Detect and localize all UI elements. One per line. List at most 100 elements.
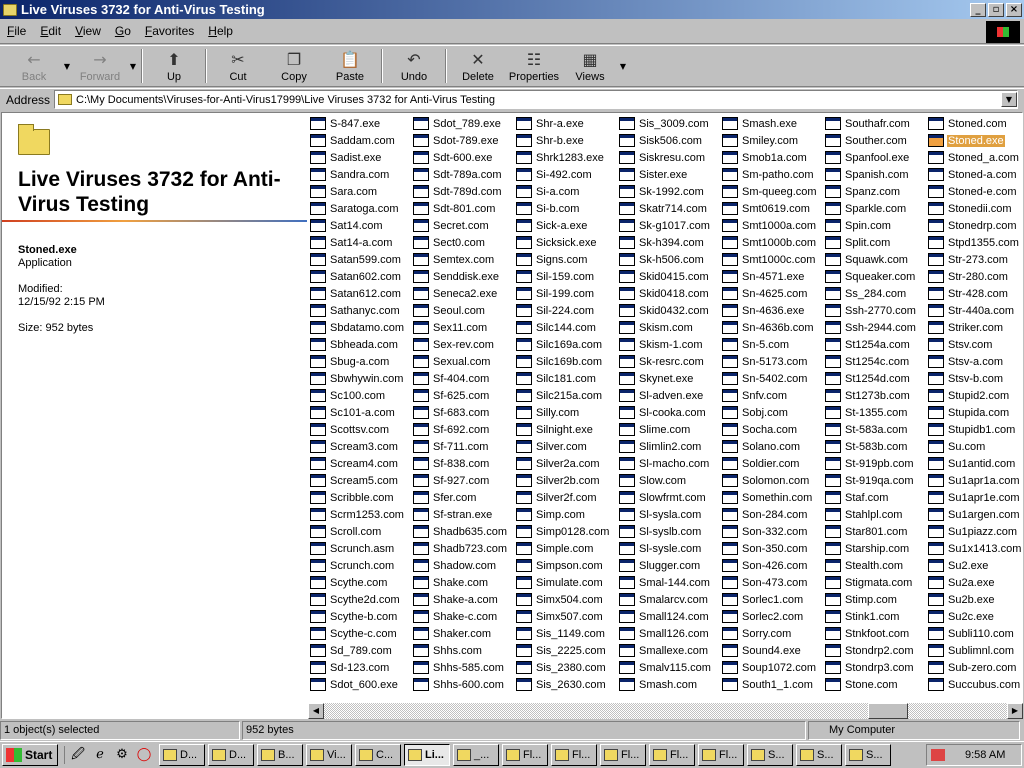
file-item[interactable]: Sdot_600.exe — [310, 676, 399, 693]
file-item[interactable]: Sk-h506.com — [619, 251, 705, 268]
file-item[interactable]: Su1x1413.com — [928, 540, 1022, 557]
file-item[interactable]: Slow.com — [619, 472, 687, 489]
file-item[interactable]: Souther.com — [825, 132, 908, 149]
file-item[interactable]: Senddisk.exe — [413, 268, 500, 285]
file-item[interactable]: Smal-144.com — [619, 574, 711, 591]
file-item[interactable]: Su1apr1a.com — [928, 472, 1021, 489]
delete-button[interactable]: ✕ Delete — [450, 46, 506, 86]
file-item[interactable]: Smalv115.com — [619, 659, 712, 676]
file-item[interactable]: Sicksick.exe — [516, 234, 598, 251]
minimize-button[interactable]: _ — [970, 2, 986, 17]
file-item[interactable]: Sk-resrc.com — [619, 353, 705, 370]
file-item[interactable]: St-919qa.com — [825, 472, 914, 489]
file-item[interactable]: Stealth.com — [825, 557, 904, 574]
file-item[interactable]: Sc101-a.com — [310, 404, 396, 421]
file-item[interactable]: Silc169b.com — [516, 353, 603, 370]
file-item[interactable]: Sn-5173.com — [722, 353, 808, 370]
file-item[interactable]: Sdt-789a.com — [413, 166, 502, 183]
file-item[interactable]: Silc144.com — [516, 319, 597, 336]
file-item[interactable]: Sf-692.com — [413, 421, 490, 438]
taskbar-button[interactable]: C... — [355, 744, 401, 766]
menu-go[interactable]: Go — [108, 24, 138, 38]
file-item[interactable]: Sl-sysla.com — [619, 506, 702, 523]
file-item[interactable]: Smash.exe — [722, 115, 798, 132]
file-item[interactable]: Su2b.exe — [928, 591, 995, 608]
file-item[interactable]: Skism.com — [619, 319, 694, 336]
file-item[interactable]: Sisk506.com — [619, 132, 703, 149]
dropdown-arrow-icon[interactable]: ▼ — [128, 62, 138, 71]
taskbar-button[interactable]: Vi... — [306, 744, 352, 766]
file-item[interactable]: Sick-a.exe — [516, 217, 588, 234]
desktop-icon[interactable]: 🖉 — [69, 746, 87, 764]
file-item[interactable]: Su2a.exe — [928, 574, 995, 591]
file-item[interactable]: Saddam.com — [310, 132, 396, 149]
file-item[interactable]: Str-428.com — [928, 285, 1009, 302]
file-item[interactable]: Stupidb1.com — [928, 421, 1016, 438]
file-item[interactable]: Sf-404.com — [413, 370, 490, 387]
address-input[interactable]: C:\My Documents\Viruses-for-Anti-Virus17… — [54, 90, 1018, 109]
file-item[interactable]: Simp.com — [516, 506, 586, 523]
forward-button[interactable]: → Forward — [72, 46, 128, 86]
file-item[interactable]: Skism-1.com — [619, 336, 704, 353]
file-item[interactable]: Spanz.com — [825, 183, 901, 200]
opera-icon[interactable]: ◯ — [135, 746, 153, 764]
file-item[interactable]: Scrunch.com — [310, 557, 395, 574]
file-item[interactable]: Simple.com — [516, 540, 594, 557]
file-item[interactable]: Ssh-2770.com — [825, 302, 917, 319]
file-item[interactable]: Sil-199.com — [516, 285, 595, 302]
file-item[interactable]: Sorlec1.com — [722, 591, 804, 608]
file-item[interactable]: Stsv-b.com — [928, 370, 1004, 387]
file-item[interactable]: Smash.com — [619, 676, 698, 693]
file-item[interactable]: Stonedii.com — [928, 200, 1013, 217]
file-item[interactable]: Stoned.exe — [928, 132, 1005, 149]
file-item[interactable]: St-583a.com — [825, 421, 908, 438]
file-item[interactable]: Son-284.com — [722, 506, 808, 523]
file-item[interactable]: Son-332.com — [722, 523, 808, 540]
file-item[interactable]: Sorlec2.com — [722, 608, 804, 625]
file-item[interactable]: Shadb723.com — [413, 540, 508, 557]
file-item[interactable]: Shhs.com — [413, 642, 483, 659]
file-item[interactable]: Saratoga.com — [310, 200, 399, 217]
file-item[interactable]: Scream5.com — [310, 472, 399, 489]
file-item[interactable]: Scottsv.com — [310, 421, 390, 438]
file-item[interactable]: Smt1000a.com — [722, 217, 817, 234]
file-item[interactable]: Sfer.com — [413, 489, 477, 506]
title-bar[interactable]: Live Viruses 3732 for Anti-Virus Testing… — [0, 0, 1024, 19]
file-item[interactable]: Sadist.exe — [310, 149, 382, 166]
file-item[interactable]: Satan602.com — [310, 268, 402, 285]
file-item[interactable]: Squawk.com — [825, 251, 909, 268]
file-item[interactable]: Stone.com — [825, 676, 899, 693]
file-item[interactable]: Small124.com — [619, 608, 710, 625]
menu-edit[interactable]: Edit — [33, 24, 68, 38]
file-item[interactable]: Sub-zero.com — [928, 659, 1017, 676]
file-item[interactable]: Sf-838.com — [413, 455, 490, 472]
file-item[interactable]: Son-426.com — [722, 557, 808, 574]
file-item[interactable]: Stoned-e.com — [928, 183, 1017, 200]
file-item[interactable]: Sf-711.com — [413, 438, 489, 455]
taskbar-button[interactable]: Fl... — [600, 744, 646, 766]
file-item[interactable]: Shhs-600.com — [413, 676, 505, 693]
horizontal-scrollbar[interactable]: ◀ ▶ — [308, 703, 1023, 719]
file-item[interactable]: Stupida.com — [928, 404, 1010, 421]
file-item[interactable]: Smallexe.com — [619, 642, 709, 659]
file-item[interactable]: Su2c.exe — [928, 608, 995, 625]
file-item[interactable]: Sk-1992.com — [619, 183, 705, 200]
file-item[interactable]: Sorry.com — [722, 625, 792, 642]
file-item[interactable]: Str-440a.com — [928, 302, 1015, 319]
file-item[interactable]: Sm-patho.com — [722, 166, 815, 183]
file-item[interactable]: Sl-syslb.com — [619, 523, 702, 540]
file-item[interactable]: Sandra.com — [310, 166, 390, 183]
file-item[interactable]: Silc169a.com — [516, 336, 603, 353]
file-item[interactable]: Sbdatamo.com — [310, 319, 405, 336]
file-item[interactable]: Solomon.com — [722, 472, 810, 489]
file-item[interactable]: Somethin.com — [722, 489, 813, 506]
copy-button[interactable]: ❐ Copy — [266, 46, 322, 86]
file-item[interactable]: Silc215a.com — [516, 387, 603, 404]
restore-button[interactable]: ▫ — [988, 2, 1004, 17]
file-item[interactable]: Staf.com — [825, 489, 889, 506]
file-item[interactable]: Sk-h394.com — [619, 234, 705, 251]
file-item[interactable]: Sf-927.com — [413, 472, 490, 489]
file-item[interactable]: Si-a.com — [516, 183, 580, 200]
file-item[interactable]: Seneca2.exe — [413, 285, 498, 302]
file-item[interactable]: Sn-4625.com — [722, 285, 808, 302]
